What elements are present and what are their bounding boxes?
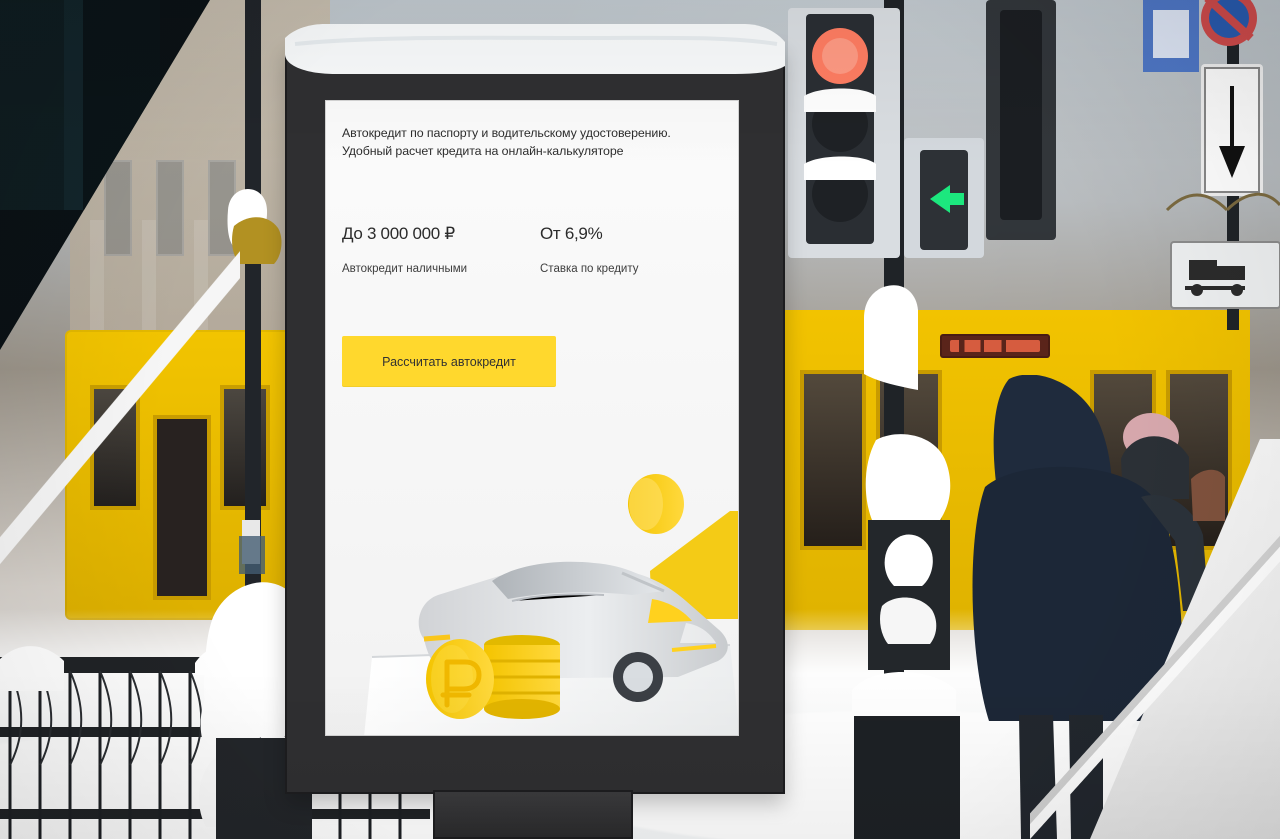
bus-window [90,385,140,510]
street-billboard: Автокредит по паспорту и водительскому у… [285,18,785,839]
loan-amount-value: До 3 000 000 ₽ [342,224,455,243]
street-scene: Автокредит по паспорту и водительскому у… [0,0,1280,839]
standing-ruble-coin [426,639,494,719]
interest-rate-caption: Ставка по кредиту [540,263,639,275]
ruble-coin-stack [484,635,560,719]
billboard-stand [433,790,633,839]
building-window [156,160,184,256]
ad-headline-line: Автокредит по паспорту и водительскому у… [342,126,671,140]
loan-amount-caption: Автокредит наличными [342,263,468,275]
calculate-car-loan-button: Рассчитать автокредит [342,336,556,387]
ad-headline-line: Удобный расчет кредита на онлайн-калькул… [342,143,624,158]
building-window [104,160,132,256]
car-and-coins-illustration [326,387,738,735]
ad-headline: Автокредит по паспорту и водительскому у… [342,125,722,161]
car-loan-ad: Автокредит по паспорту и водительскому у… [325,100,739,736]
interest-rate-value: От 6,9% [540,224,603,243]
billboard-snow-cap [285,18,785,78]
road-signs [1135,0,1280,330]
